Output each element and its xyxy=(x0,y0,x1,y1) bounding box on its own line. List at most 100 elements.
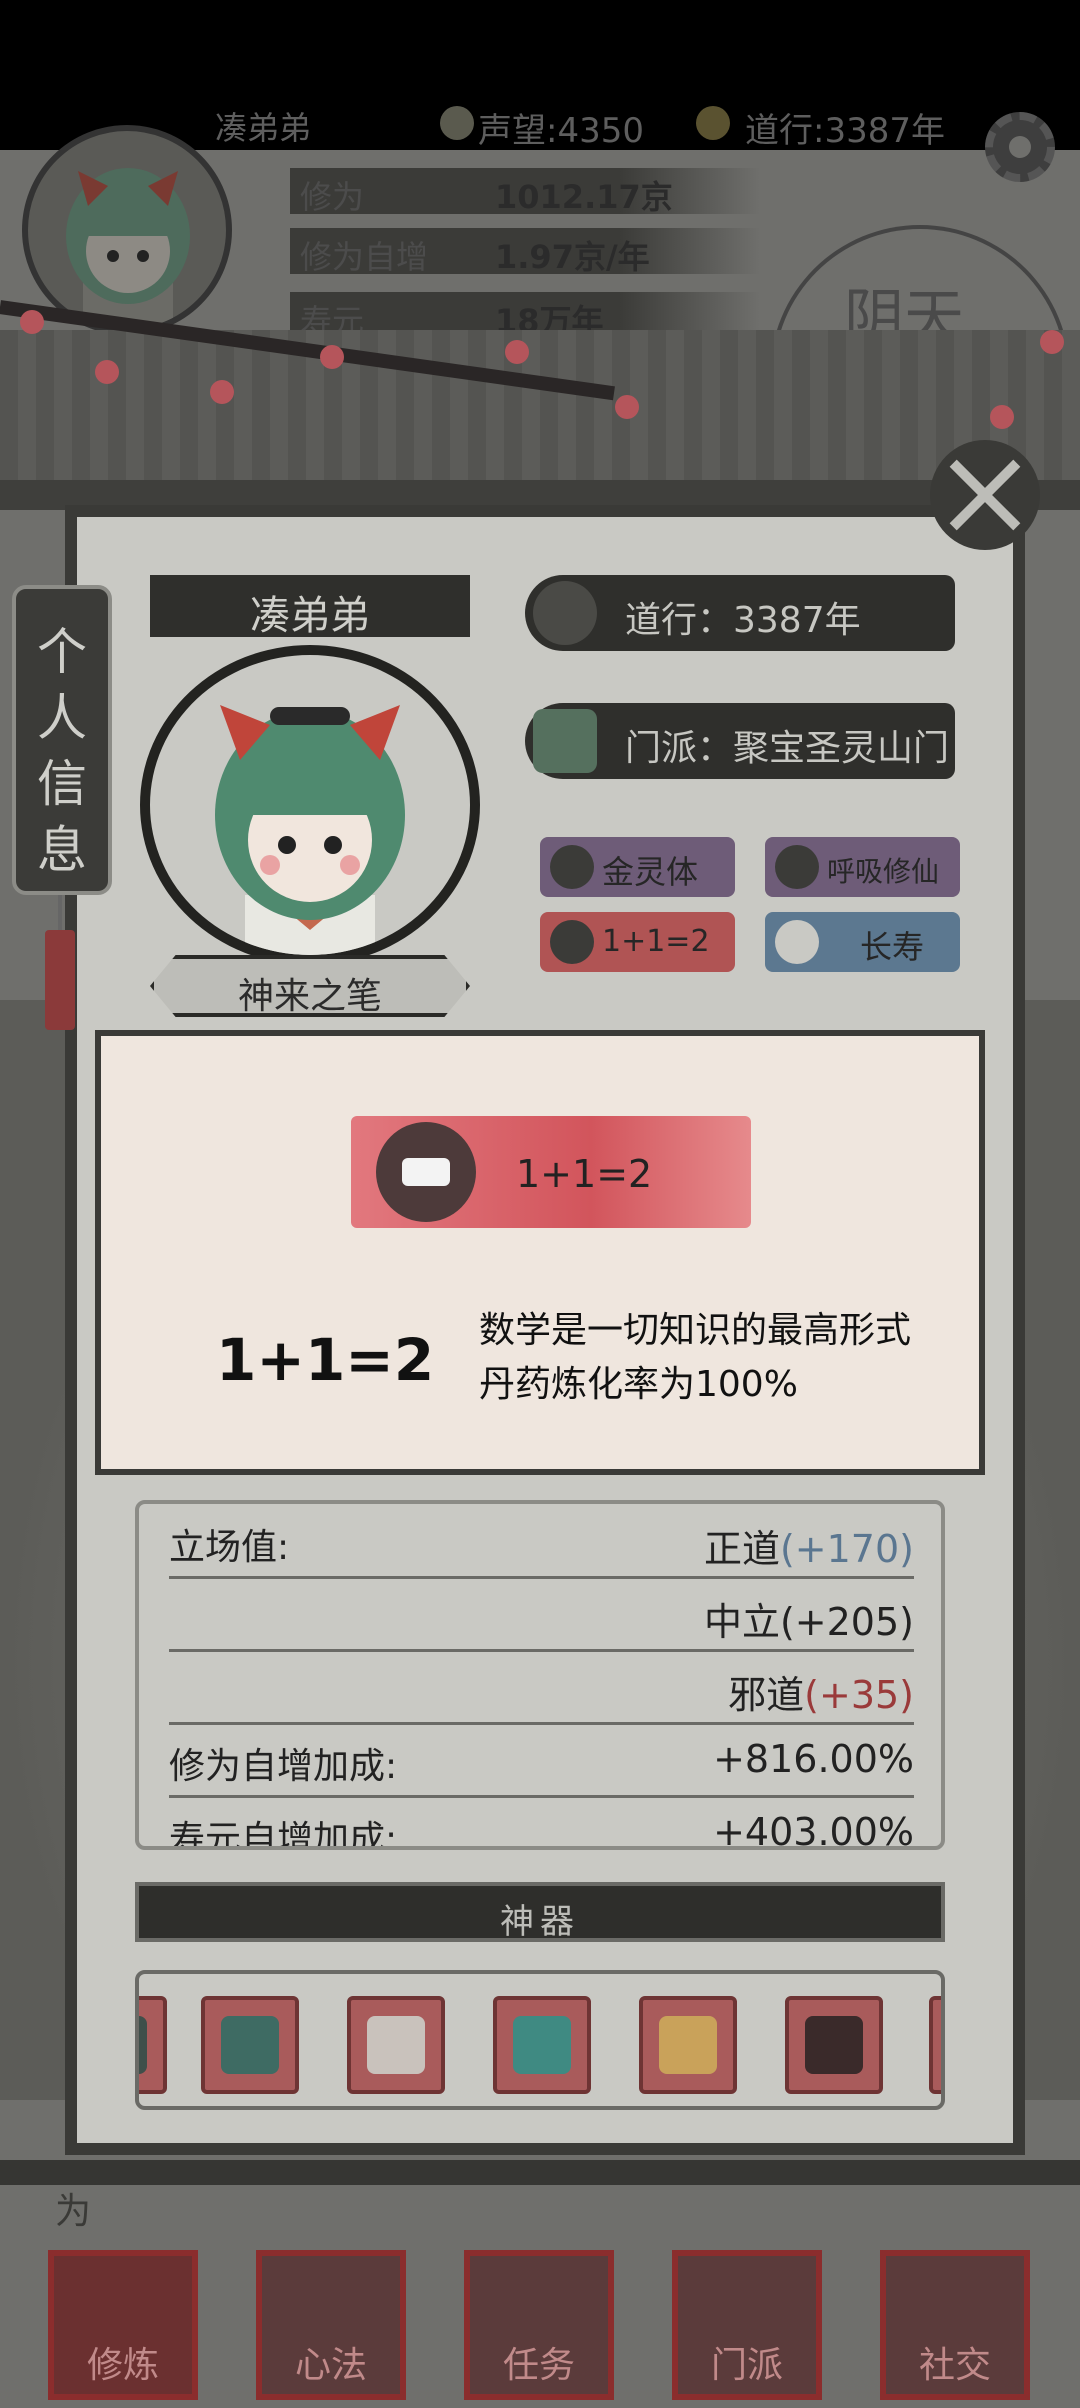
nav-label: 任务 xyxy=(502,2345,575,2386)
tassel-icon xyxy=(45,930,75,1030)
tassel-cord xyxy=(58,895,62,935)
plum-blossom-icon xyxy=(505,340,529,364)
bonus-label: 修为自增加成: xyxy=(169,1746,398,1787)
artifacts-title: 神器 xyxy=(500,1902,580,1942)
fan-icon xyxy=(367,2016,425,2074)
stat-value: 1012.17京 xyxy=(495,178,673,216)
trait-golden-body[interactable]: 金灵体 xyxy=(540,837,735,897)
tab-personal-info[interactable]: 个 人 信 息 xyxy=(12,585,112,895)
nav-cultivate[interactable]: 修炼 xyxy=(48,2250,198,2400)
bonus-label: 寿元自增加成: xyxy=(169,1819,398,1850)
detail-description: 数学是一切知识的最高形式 丹药炼化率为100% xyxy=(479,1310,912,1405)
stance-row-neutral: 中立(+205) xyxy=(169,1577,914,1652)
temple-roof xyxy=(0,330,1080,490)
sect-pill[interactable]: 门派：聚宝圣灵山门 xyxy=(525,703,955,779)
detail-trait-name: 1+1=2 xyxy=(216,1326,435,1394)
plum-blossom-icon xyxy=(95,360,119,384)
profile-title: 神来之笔 xyxy=(237,976,382,1017)
tab-label: 个 人 信 息 xyxy=(37,623,87,879)
artifact-partial-item[interactable] xyxy=(139,1996,167,2094)
bonus-row: 修为自增加成: +816.00% xyxy=(169,1723,914,1798)
nav-tasks[interactable]: 任务 xyxy=(464,2250,614,2400)
stance-row-evil: 邪道(+35) xyxy=(169,1650,914,1725)
top-player-name: 凑弟弟 xyxy=(215,109,312,147)
artifact-jade-item[interactable] xyxy=(201,1996,299,2094)
plum-blossom-icon xyxy=(210,380,234,404)
jade-artifact-icon xyxy=(221,2016,279,2074)
artifact-seal-item[interactable] xyxy=(493,1996,591,2094)
stat-cultivation: 修为 1012.17京 xyxy=(290,168,760,216)
trait-label: 呼吸修仙 xyxy=(827,855,940,888)
fist-icon xyxy=(775,920,819,964)
trait-label: 长寿 xyxy=(860,928,925,966)
plum-blossom-icon xyxy=(1040,330,1064,354)
golden-tree-icon xyxy=(659,2016,717,2074)
bottom-hint-text: 为 xyxy=(55,2191,92,2232)
bonus-value: +816.00% xyxy=(713,1737,914,1781)
artifact-fan-item[interactable] xyxy=(347,1996,445,2094)
nav-sect[interactable]: 门派 xyxy=(672,2250,822,2400)
nav-label: 社交 xyxy=(918,2345,991,2386)
artifacts-row[interactable] xyxy=(135,1970,945,2110)
nav-social[interactable]: 社交 xyxy=(880,2250,1030,2400)
stance-value: 中立(+205) xyxy=(703,1600,914,1644)
scroll-icon xyxy=(550,920,594,964)
nav-label: 门派 xyxy=(710,2345,783,2386)
nav-label: 心法 xyxy=(294,2345,367,2386)
plum-blossom-icon xyxy=(990,405,1014,429)
umbrella-icon xyxy=(805,2016,863,2074)
yin-yang-icon xyxy=(533,581,597,645)
top-reputation: 声望:4350 xyxy=(478,111,644,151)
seal-icon xyxy=(513,2016,571,2074)
trait-breathing[interactable]: 呼吸修仙 xyxy=(765,837,960,897)
artifacts-header: 神器 xyxy=(135,1882,945,1942)
stance-label: 立场值: xyxy=(169,1527,290,1568)
trait-math[interactable]: 1+1=2 xyxy=(540,912,735,972)
bonus-row-cut: 寿元自增加成: +403.00% xyxy=(169,1796,914,1850)
yin-yang-coin-icon xyxy=(696,106,730,140)
bonus-value: +403.00% xyxy=(713,1810,914,1850)
stance-table[interactable]: 立场值: 正道(+170) 中立(+205) 邪道(+35) 修为自增加成: +… xyxy=(135,1500,945,1850)
profile-name-plate: 凑弟弟 xyxy=(150,575,470,639)
profile-portrait xyxy=(140,645,480,965)
scroll-icon xyxy=(550,845,594,889)
plum-blossom-icon xyxy=(20,310,44,334)
bottom-divider xyxy=(0,2160,1080,2185)
artifact-partial-item[interactable] xyxy=(929,1996,941,2094)
stance-value: 正道(+170) xyxy=(703,1527,914,1571)
scroll-icon xyxy=(376,1122,476,1222)
portrait-girl-icon xyxy=(215,705,405,955)
trait-label: 金灵体 xyxy=(602,853,699,891)
avatar[interactable] xyxy=(22,125,232,335)
scroll-icon xyxy=(775,845,819,889)
artifact-umbrella-item[interactable] xyxy=(785,1996,883,2094)
profile-name: 凑弟弟 xyxy=(250,593,370,639)
trait-detail-card: 1+1=2 1+1=2 数学是一切知识的最高形式 丹药炼化率为100% xyxy=(95,1030,985,1475)
dao-pill: 道行：3387年 xyxy=(525,575,955,651)
settings-gear-icon[interactable] xyxy=(985,112,1055,182)
stat-value: 1.97京/年 xyxy=(495,238,650,276)
plum-blossom-icon xyxy=(615,395,639,419)
detail-banner-text: 1+1=2 xyxy=(516,1152,653,1196)
artifact-tree-item[interactable] xyxy=(639,1996,737,2094)
trait-longevity[interactable]: 长寿 xyxy=(765,912,960,972)
stat-label: 修为自增 xyxy=(300,238,429,276)
artifact-icon xyxy=(139,2016,147,2074)
dao-text: 道行：3387年 xyxy=(625,600,861,641)
detail-banner: 1+1=2 xyxy=(351,1116,751,1228)
stance-value: 邪道(+35) xyxy=(728,1673,914,1717)
plum-blossom-icon xyxy=(320,345,344,369)
stance-row-righteous: 立场值: 正道(+170) xyxy=(169,1504,914,1579)
reputation-coin-icon xyxy=(440,106,474,140)
profile-title-plate: 神来之笔 xyxy=(150,955,470,1017)
top-dao-years: 道行:3387年 xyxy=(745,111,945,151)
temple-gate-icon xyxy=(533,709,597,773)
stat-label: 修为 xyxy=(300,178,365,216)
nav-mind-method[interactable]: 心法 xyxy=(256,2250,406,2400)
close-icon[interactable] xyxy=(930,440,1040,550)
nav-label: 修炼 xyxy=(86,2345,159,2386)
stat-cultivation-growth: 修为自增 1.97京/年 xyxy=(290,228,760,276)
trait-label: 1+1=2 xyxy=(602,924,710,959)
avatar-girl-icon xyxy=(66,168,190,329)
sect-text: 门派：聚宝圣灵山门 xyxy=(625,728,950,769)
